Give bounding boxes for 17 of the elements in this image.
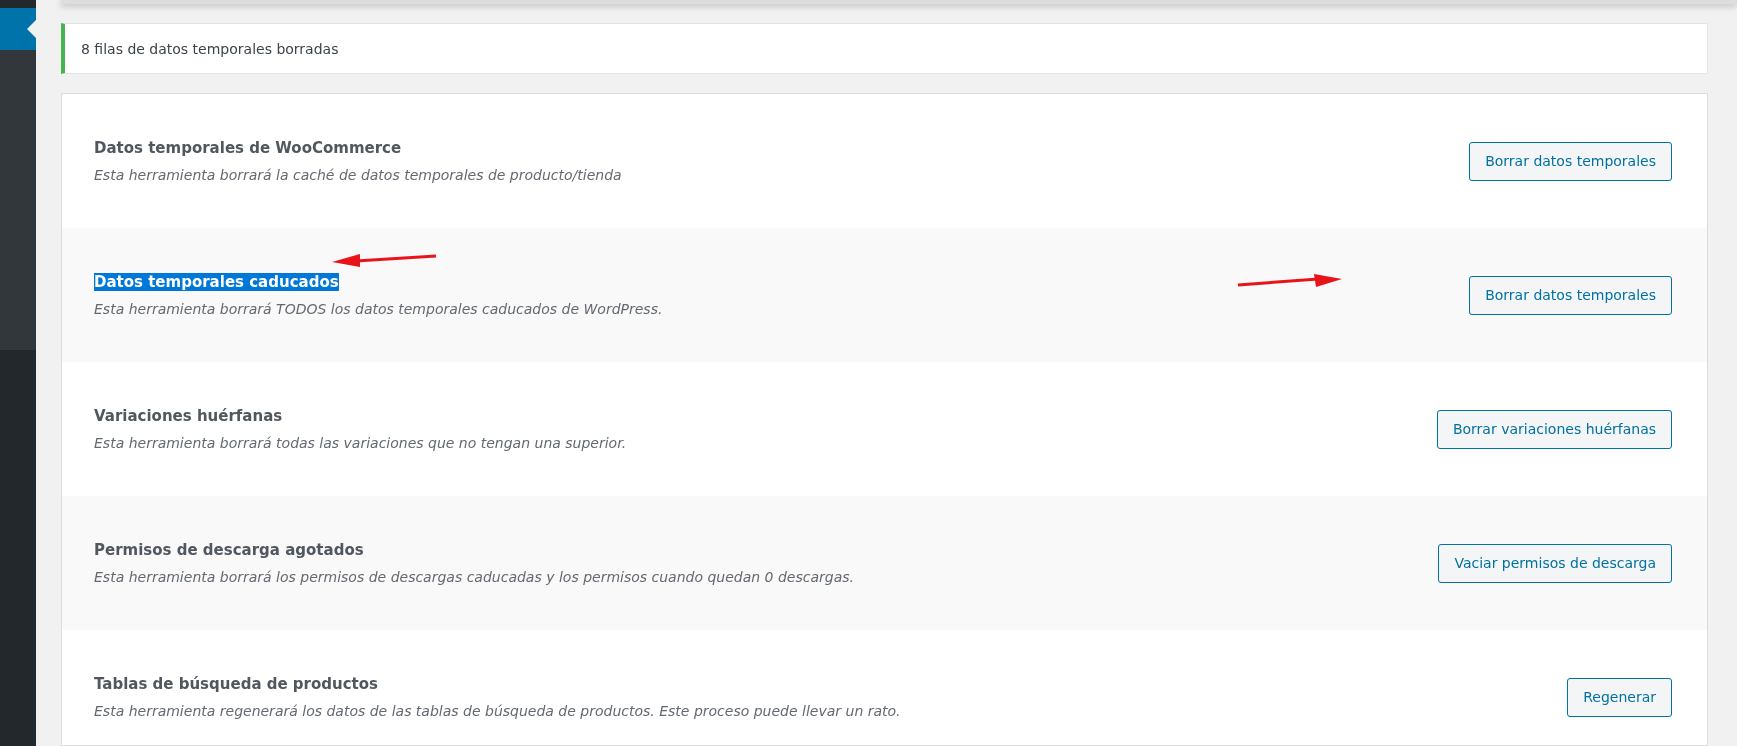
tool-title: Datos temporales de WooCommerce	[94, 139, 402, 157]
active-menu-item[interactable]	[0, 8, 36, 50]
tool-title: Datos temporales caducados	[94, 273, 339, 291]
tool-description: Esta herramienta borrará todas las variaciones que no tengan una superior.	[94, 435, 627, 451]
tool-description: Esta herramienta borrará la caché de datos temporales de producto/tienda	[94, 167, 622, 183]
tool-button[interactable]: Borrar variaciones huérfanas	[1436, 409, 1672, 449]
tool-title: Tablas de búsqueda de productos	[94, 675, 378, 693]
tool-title: Permisos de descarga agotados	[94, 541, 364, 559]
tool-description: Esta herramienta borrará TODOS los datos temporales caducados de WordPress.	[94, 301, 663, 317]
tool-description: Esta herramienta borrará los permisos de descargas caducadas y los permisos cuando quedan 0 descargas.	[94, 569, 854, 585]
tool-button[interactable]: Regenerar	[1567, 677, 1672, 717]
tool-button[interactable]: Vaciar permisos de descarga	[1438, 543, 1672, 583]
notice-text: 8 filas de datos temporales borradas	[81, 40, 339, 57]
tool-button[interactable]: Borrar datos temporales	[1469, 141, 1672, 181]
tool-button[interactable]: Borrar datos temporales	[1469, 275, 1672, 315]
tool-title: Variaciones huérfanas	[94, 407, 283, 425]
tool-description: Esta herramienta regenerará los datos de las tablas de búsqueda de productos. Este proceso puede llevar un rato.	[94, 703, 901, 719]
